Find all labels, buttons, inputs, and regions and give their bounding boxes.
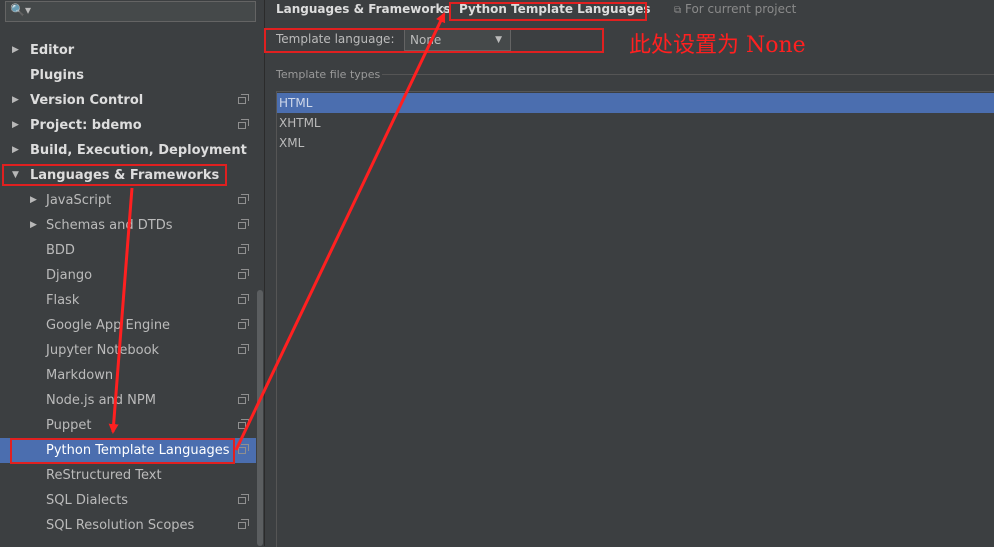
sidebar-item-label: SQL Resolution Scopes: [46, 518, 195, 533]
sidebar-scrollbar[interactable]: [257, 290, 263, 546]
highlight-box-languages: [2, 164, 227, 186]
project-scope-icon: [238, 219, 249, 229]
breadcrumb-separator: ›: [442, 2, 447, 16]
expand-right-icon[interactable]: ▶: [30, 188, 37, 213]
file-type-item[interactable]: HTML: [277, 93, 994, 113]
sidebar-item-bdd[interactable]: BDD: [0, 238, 256, 263]
annotation-text: 此处设置为 None: [629, 33, 806, 58]
sidebar-item-label: Plugins: [30, 68, 84, 83]
sidebar-item-label: SQL Dialects: [46, 493, 129, 508]
sidebar-item-label: JavaScript: [46, 193, 112, 208]
breadcrumb-parent[interactable]: Languages & Frameworks: [276, 0, 451, 18]
scope-label: ⧉ For current project: [674, 0, 796, 18]
sidebar-item-label: Markdown: [46, 368, 114, 383]
sidebar-item-jupyter-notebook[interactable]: Jupyter Notebook: [0, 338, 256, 363]
project-scope-icon: [238, 494, 249, 504]
highlight-box-template-language: [264, 28, 604, 53]
sidebar-item-label: Project: bdemo: [30, 118, 142, 133]
sidebar-item-puppet[interactable]: Puppet: [0, 413, 256, 438]
project-scope-icon: [238, 269, 249, 279]
sidebar-item-editor[interactable]: ▶ Editor: [0, 38, 256, 63]
project-scope-icon: [238, 344, 249, 354]
file-type-item[interactable]: XML: [277, 133, 994, 153]
project-scope-icon: [238, 394, 249, 404]
sidebar-item-label: Version Control: [30, 93, 144, 108]
file-types-list[interactable]: HTML XHTML XML: [276, 91, 994, 547]
search-icon: 🔍▾: [10, 3, 31, 17]
sidebar-item-label: Schemas and DTDs: [46, 218, 173, 233]
section-divider: [382, 74, 994, 75]
sidebar-item-plugins[interactable]: Plugins: [0, 63, 256, 88]
project-scope-icon: [238, 244, 249, 254]
highlight-box-page-title: [449, 2, 647, 21]
expand-right-icon[interactable]: ▶: [12, 38, 19, 63]
sidebar-item-google-app-engine[interactable]: Google App Engine: [0, 313, 256, 338]
sidebar-item-label: Flask: [46, 293, 80, 308]
sidebar-item-node-js-and-npm[interactable]: Node.js and NPM: [0, 388, 256, 413]
sidebar-item-sql-resolution-scopes[interactable]: SQL Resolution Scopes: [0, 513, 256, 538]
sidebar-item-django[interactable]: Django: [0, 263, 256, 288]
sidebar-item-project-bdemo[interactable]: ▶ Project: bdemo: [0, 113, 256, 138]
sidebar-item-javascript[interactable]: ▶ JavaScript: [0, 188, 256, 213]
settings-sidebar: 🔍▾ ▶ Editor Plugins ▶ Version Control ▶ Projec…: [0, 0, 265, 546]
highlight-box-python-templates: [10, 438, 235, 464]
project-scope-icon: [238, 119, 249, 129]
sidebar-item-label: Node.js and NPM: [46, 393, 156, 408]
scope-text: For current project: [684, 2, 797, 16]
project-scope-icon: [238, 419, 249, 429]
project-scope-icon: [238, 294, 249, 304]
project-scope-icon: [238, 94, 249, 104]
project-scope-icon: [238, 444, 249, 454]
expand-right-icon[interactable]: ▶: [12, 138, 19, 163]
settings-content: Languages & Frameworks › Python Template…: [266, 0, 994, 547]
sidebar-item-markdown[interactable]: Markdown: [0, 363, 256, 388]
file-types-title: Template file types: [276, 68, 381, 81]
expand-right-icon[interactable]: ▶: [30, 213, 37, 238]
sidebar-item-label: Django: [46, 268, 93, 283]
sidebar-item-version-control[interactable]: ▶ Version Control: [0, 88, 256, 113]
project-scope-icon: [238, 319, 249, 329]
project-scope-icon: [238, 194, 249, 204]
sidebar-item-schemas-and-dtds[interactable]: ▶ Schemas and DTDs: [0, 213, 256, 238]
sidebar-item-label: Google App Engine: [46, 318, 171, 333]
project-scope-icon: [238, 519, 249, 529]
file-type-item[interactable]: XHTML: [277, 113, 994, 133]
sidebar-item-label: Puppet: [46, 418, 92, 433]
sidebar-item-flask[interactable]: Flask: [0, 288, 256, 313]
expand-right-icon[interactable]: ▶: [12, 88, 19, 113]
sidebar-item-label: Jupyter Notebook: [46, 343, 160, 358]
sidebar-item-restructured-text[interactable]: ReStructured Text: [0, 463, 256, 488]
sidebar-item-sql-dialects[interactable]: SQL Dialects: [0, 488, 256, 513]
sidebar-item-label: BDD: [46, 243, 75, 258]
expand-right-icon[interactable]: ▶: [12, 113, 19, 138]
project-scope-icon: ⧉: [674, 5, 682, 16]
sidebar-item-label: ReStructured Text: [46, 468, 162, 483]
sidebar-item-label: Build, Execution, Deployment: [30, 143, 247, 158]
search-input[interactable]: 🔍▾: [5, 1, 256, 22]
sidebar-item-label: Editor: [30, 43, 75, 58]
sidebar-item-build-execution-deployment[interactable]: ▶ Build, Execution, Deployment: [0, 138, 256, 163]
